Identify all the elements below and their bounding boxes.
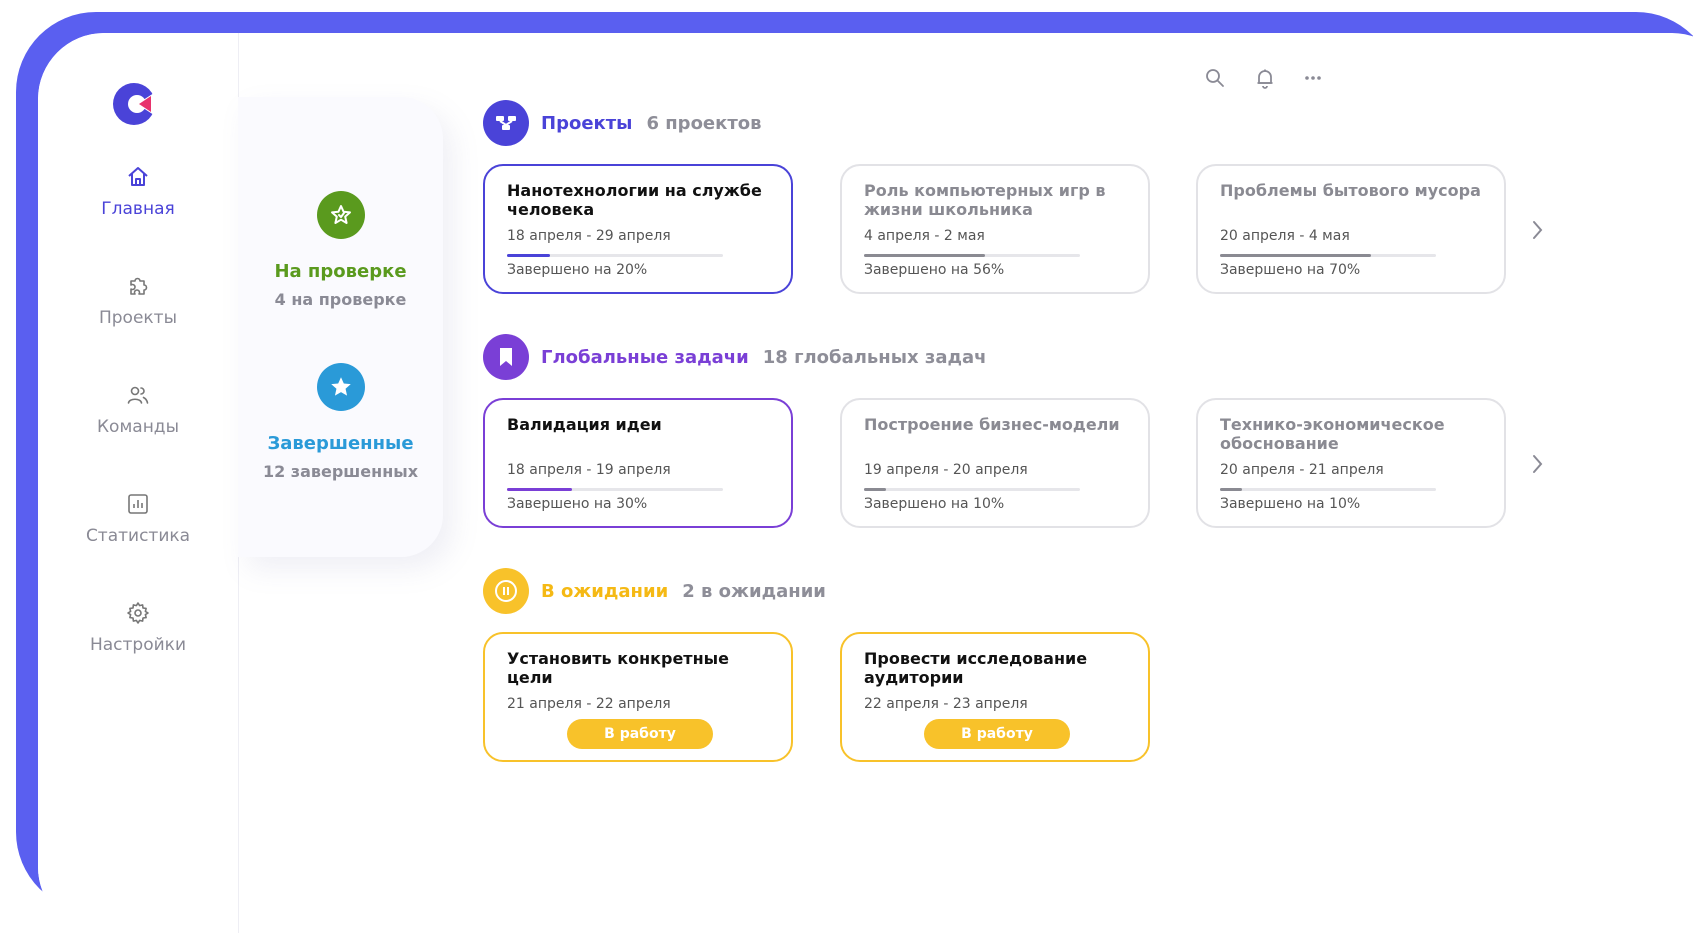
status-review-title: На проверке bbox=[274, 261, 407, 282]
gear-icon bbox=[127, 602, 149, 624]
pause-icon bbox=[483, 568, 529, 614]
app-window: Главная Проекты Команды Статистика Настр… bbox=[38, 33, 1693, 933]
waiting-card[interactable]: Установить конкретные цели 21 апреля - 2… bbox=[483, 632, 793, 762]
card-title: Нанотехнологии на службе человека bbox=[507, 181, 762, 219]
card-dates: 21 апреля - 22 апреля bbox=[507, 696, 671, 712]
project-card[interactable]: Роль компьютерных игр в жизни школьника … bbox=[840, 164, 1150, 294]
progress-fill bbox=[507, 254, 551, 257]
waiting-section-header: В ожидании 2 в ожидании bbox=[483, 568, 826, 614]
chevron-right-icon[interactable] bbox=[1528, 219, 1546, 241]
task-card[interactable]: Технико-экономическое обоснование 20 апр… bbox=[1196, 398, 1506, 528]
sidebar-item-label: Настройки bbox=[89, 635, 186, 655]
puzzle-icon bbox=[130, 277, 148, 295]
progress-fill bbox=[864, 488, 886, 491]
progress-label: Завершено на 10% bbox=[864, 496, 1005, 512]
progress-bar bbox=[1220, 488, 1436, 491]
progress-bar bbox=[507, 254, 723, 257]
card-title: Построение бизнес-модели bbox=[864, 415, 1120, 434]
sidebar-item-settings[interactable]: Настройки bbox=[38, 601, 238, 655]
sidebar-item-projects[interactable]: Проекты bbox=[38, 274, 238, 328]
status-done-title: Завершенные bbox=[267, 433, 414, 454]
sidebar-nav: Главная Проекты Команды Статистика Настр… bbox=[38, 33, 239, 933]
tasks-section-header: Глобальные задачи 18 глобальных задач bbox=[483, 334, 987, 380]
status-review[interactable]: На проверке 4 на проверке bbox=[238, 191, 443, 309]
section-count: 2 в ожидании bbox=[682, 580, 826, 602]
waiting-card[interactable]: Провести исследование аудитории 22 апрел… bbox=[840, 632, 1150, 762]
status-review-count: 4 на проверке bbox=[274, 290, 407, 309]
start-work-button[interactable]: В работу bbox=[924, 719, 1070, 749]
section-title: Проекты bbox=[541, 112, 633, 134]
card-dates: 20 апреля - 21 апреля bbox=[1220, 462, 1384, 478]
progress-fill bbox=[864, 254, 985, 257]
bookmark-icon bbox=[483, 334, 529, 380]
sidebar-item-home[interactable]: Главная bbox=[38, 165, 238, 219]
progress-label: Завершено на 10% bbox=[1220, 496, 1361, 512]
progress-label: Завершено на 56% bbox=[864, 262, 1005, 278]
progress-fill bbox=[507, 488, 572, 491]
star-outline-icon bbox=[316, 191, 365, 239]
projects-section-header: Проекты 6 проектов bbox=[483, 100, 762, 146]
status-panel: На проверке 4 на проверке Завершенные 12… bbox=[238, 97, 443, 557]
card-dates: 18 апреля - 19 апреля bbox=[507, 462, 671, 478]
progress-label: Завершено на 20% bbox=[507, 262, 648, 278]
section-count: 18 глобальных задач bbox=[762, 346, 987, 368]
progress-bar bbox=[864, 254, 1080, 257]
project-card[interactable]: Проблемы бытового мусора 20 апреля - 4 м… bbox=[1196, 164, 1506, 294]
progress-label: Завершено на 70% bbox=[1220, 262, 1361, 278]
progress-label: Завершено на 30% bbox=[507, 496, 648, 512]
card-title: Роль компьютерных игр в жизни школьника bbox=[864, 181, 1106, 219]
more-icon[interactable] bbox=[1302, 67, 1324, 89]
hierarchy-icon bbox=[483, 100, 529, 146]
status-done[interactable]: Завершенные 12 завершенных bbox=[238, 363, 443, 481]
chart-icon bbox=[128, 494, 148, 514]
sidebar-item-label: Главная bbox=[101, 199, 175, 219]
sidebar-item-label: Статистика bbox=[85, 526, 191, 546]
sidebar-item-label: Команды bbox=[96, 417, 179, 437]
progress-bar bbox=[1220, 254, 1436, 257]
card-dates: 4 апреля - 2 мая bbox=[864, 228, 985, 244]
card-title: Технико-экономическое обоснование bbox=[1220, 415, 1445, 453]
card-dates: 19 апреля - 20 апреля bbox=[864, 462, 1028, 478]
home-icon bbox=[128, 167, 148, 186]
card-dates: 20 апреля - 4 мая bbox=[1220, 228, 1350, 244]
card-title: Установить конкретные цели bbox=[507, 649, 729, 687]
section-count: 6 проектов bbox=[646, 112, 762, 134]
task-card[interactable]: Валидация идеи 18 апреля - 19 апреля Зав… bbox=[483, 398, 793, 528]
chevron-right-icon[interactable] bbox=[1528, 453, 1546, 475]
section-title: В ожидании bbox=[541, 580, 669, 602]
task-card[interactable]: Построение бизнес-модели 19 апреля - 20 … bbox=[840, 398, 1150, 528]
progress-bar bbox=[507, 488, 723, 491]
status-done-count: 12 завершенных bbox=[262, 462, 419, 481]
start-work-button[interactable]: В работу bbox=[567, 719, 713, 749]
card-title: Проблемы бытового мусора bbox=[1220, 181, 1481, 200]
card-title: Валидация идеи bbox=[507, 415, 662, 434]
app-logo-icon bbox=[113, 83, 157, 125]
progress-fill bbox=[1220, 254, 1372, 257]
project-card[interactable]: Нанотехнологии на службе человека 18 апр… bbox=[483, 164, 793, 294]
sidebar-item-teams[interactable]: Команды bbox=[38, 383, 238, 437]
card-dates: 18 апреля - 29 апреля bbox=[507, 228, 671, 244]
bell-icon[interactable] bbox=[1254, 67, 1276, 89]
sidebar-item-statistics[interactable]: Статистика bbox=[38, 492, 238, 546]
users-icon bbox=[127, 386, 149, 404]
section-title: Глобальные задачи bbox=[541, 346, 749, 368]
progress-bar bbox=[864, 488, 1080, 491]
card-title: Провести исследование аудитории bbox=[864, 649, 1088, 687]
sidebar-item-label: Проекты bbox=[98, 308, 178, 328]
search-icon[interactable] bbox=[1204, 67, 1226, 89]
progress-fill bbox=[1220, 488, 1242, 491]
star-icon bbox=[316, 363, 365, 411]
card-dates: 22 апреля - 23 апреля bbox=[864, 696, 1028, 712]
